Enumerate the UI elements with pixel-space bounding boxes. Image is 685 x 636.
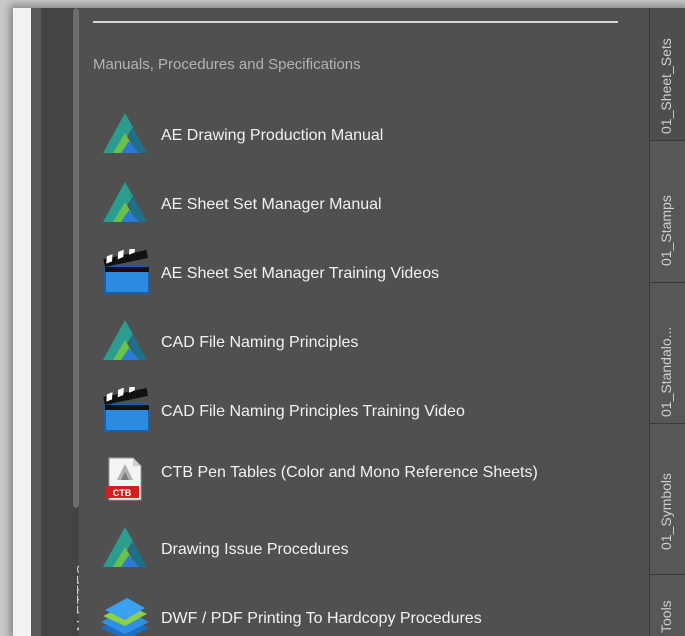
tool-item-ae-drawing-production-manual[interactable]: AE Drawing Production Manual [99, 103, 629, 163]
tab-01-symbols[interactable]: 01_Symbols [650, 424, 685, 575]
autocad-icon [103, 527, 147, 567]
tool-item-drawing-issue-procedures[interactable]: Drawing Issue Procedures [99, 517, 629, 577]
section-header: Manuals, Procedures and Specifications [93, 56, 361, 73]
tab-label: 01_Stamps [658, 195, 674, 266]
tool-item-ctb-pen-tables[interactable]: CTB CTB Pen Tables (Color and Mono Refer… [99, 448, 629, 508]
books-icon [101, 598, 149, 636]
clapperboard-icon [103, 249, 150, 294]
tab-label: 01_Standalo... [658, 326, 674, 417]
section-divider [93, 21, 618, 23]
tool-item-ae-sheet-set-manager-training-videos[interactable]: AE Sheet Set Manager Training Videos [99, 241, 629, 301]
tab-label: Tools [658, 600, 674, 633]
autocad-icon [103, 113, 147, 153]
tool-palette-window: ALETTES Manuals, Procedures and Specific… [13, 8, 685, 636]
tool-item-label: AE Sheet Set Manager Training Videos [161, 265, 440, 282]
tool-item-label: CAD File Naming Principles Training Vide… [161, 403, 465, 420]
tool-item-label: CTB Pen Tables (Color and Mono Reference… [161, 464, 538, 481]
palette-title-shade [31, 8, 41, 636]
tab-tools[interactable]: Tools [650, 575, 685, 636]
tab-01-stamps[interactable]: 01_Stamps [650, 141, 685, 283]
tool-item-dwf-pdf-printing-procedures[interactable]: DWF / PDF Printing To Hardcopy Procedure… [99, 586, 629, 636]
tab-01-sheet-sets[interactable]: 01_Sheet_Sets [650, 8, 685, 141]
tab-label: 01_Symbols [658, 472, 674, 550]
palette-tab-strip: 01_Sheet_Sets 01_Stamps 01_Standalo... 0… [649, 8, 685, 636]
tab-01-standalone[interactable]: 01_Standalo... [650, 283, 685, 424]
tool-item-label: DWF / PDF Printing To Hardcopy Procedure… [161, 610, 482, 627]
autocad-icon [103, 182, 147, 222]
tool-item-label: AE Drawing Production Manual [161, 127, 384, 144]
tool-item-label: AE Sheet Set Manager Manual [161, 196, 382, 213]
clapperboard-icon [103, 387, 150, 432]
tool-item-cad-file-naming-principles[interactable]: CAD File Naming Principles [99, 310, 629, 370]
autocad-icon [103, 320, 147, 360]
tool-item-label: Drawing Issue Procedures [161, 541, 349, 558]
tab-label: 01_Sheet_Sets [658, 38, 674, 134]
palette-title-strip[interactable] [13, 8, 31, 636]
ctb-icon-text: CTB [113, 488, 132, 498]
tool-item-ae-sheet-set-manager-manual[interactable]: AE Sheet Set Manager Manual [99, 172, 629, 232]
palette-content: Manuals, Procedures and Specifications A… [79, 8, 649, 636]
tool-item-cad-file-naming-principles-training-video[interactable]: CAD File Naming Principles Training Vide… [99, 379, 629, 439]
ctb-file-icon: CTB [105, 457, 142, 501]
tool-item-label: CAD File Naming Principles [161, 334, 359, 351]
